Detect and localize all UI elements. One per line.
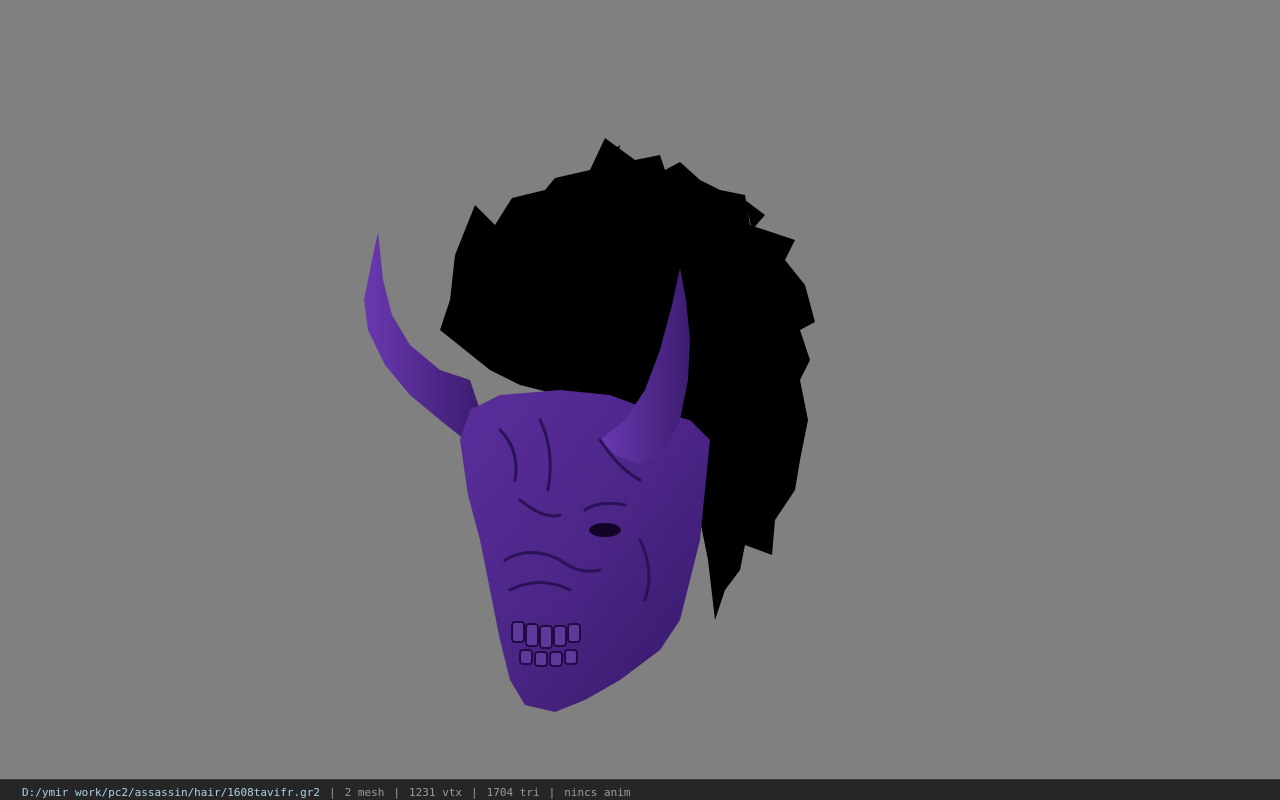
triangle-count: 1704 tri	[486, 786, 540, 799]
mask-eye	[589, 523, 621, 537]
separator: |	[329, 786, 336, 799]
separator: |	[548, 786, 556, 799]
vertex-count: 1231 vtx	[409, 786, 462, 799]
model-render	[364, 138, 815, 712]
separator: |	[393, 786, 401, 799]
3d-viewport[interactable]	[0, 0, 1280, 779]
anim-status: nincs anim	[564, 786, 631, 799]
mesh-count: 2 mesh	[344, 786, 385, 799]
status-bar: D:/ymir work/pc2/assassin/hair/1608tavif…	[0, 779, 1280, 800]
separator: |	[471, 786, 478, 799]
mask-face	[460, 390, 710, 712]
file-path: D:/ymir work/pc2/assassin/hair/1608tavif…	[22, 786, 321, 799]
